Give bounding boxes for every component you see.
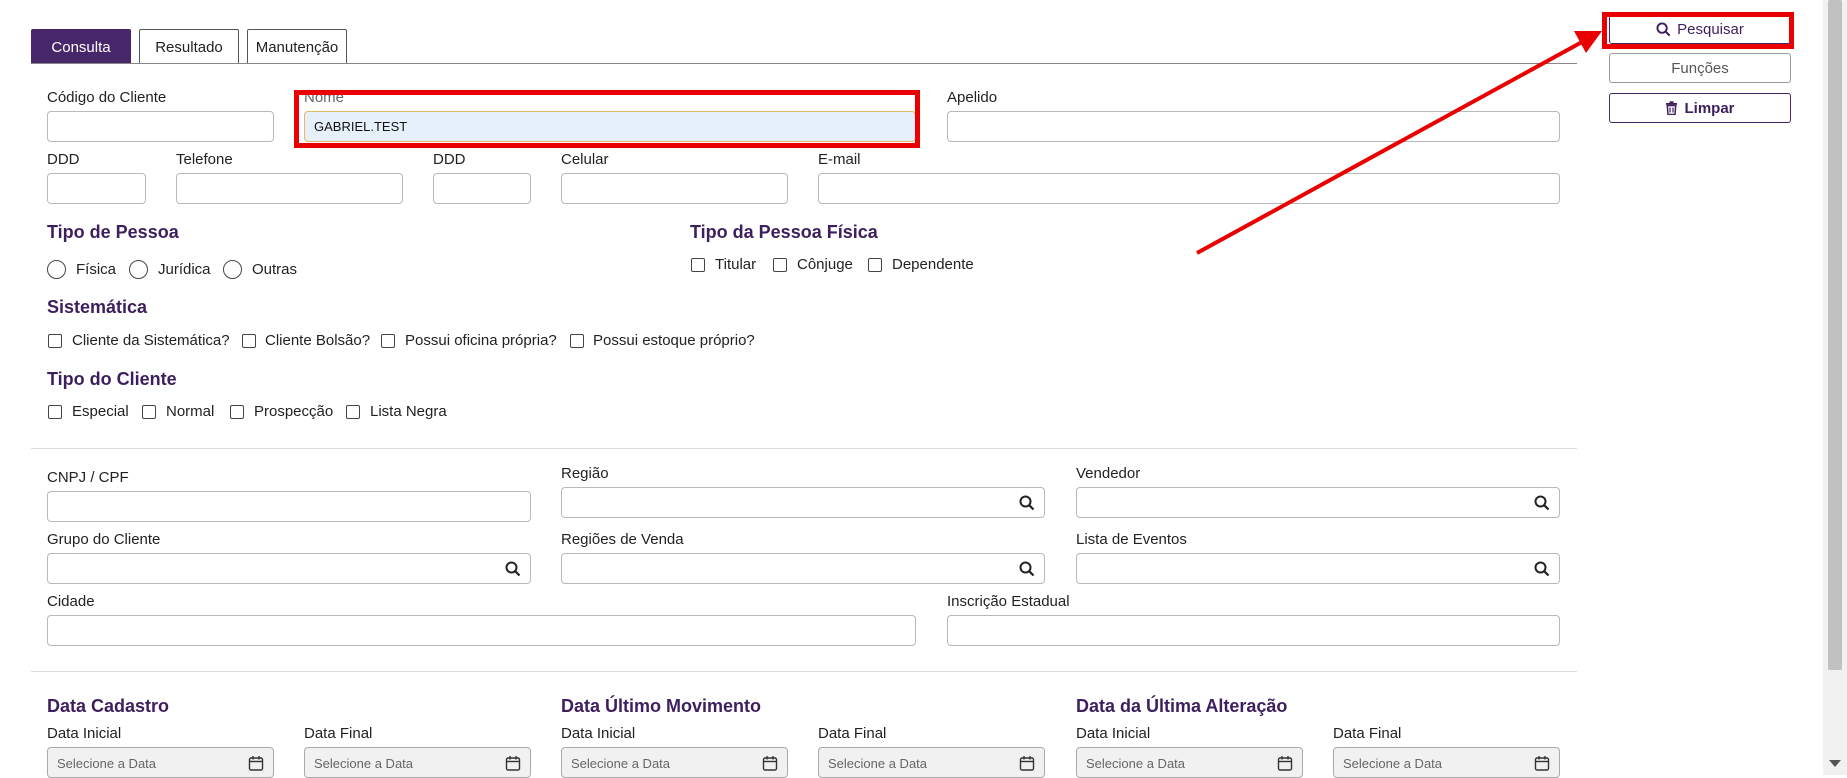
- annotation-arrow: [1196, 31, 1602, 255]
